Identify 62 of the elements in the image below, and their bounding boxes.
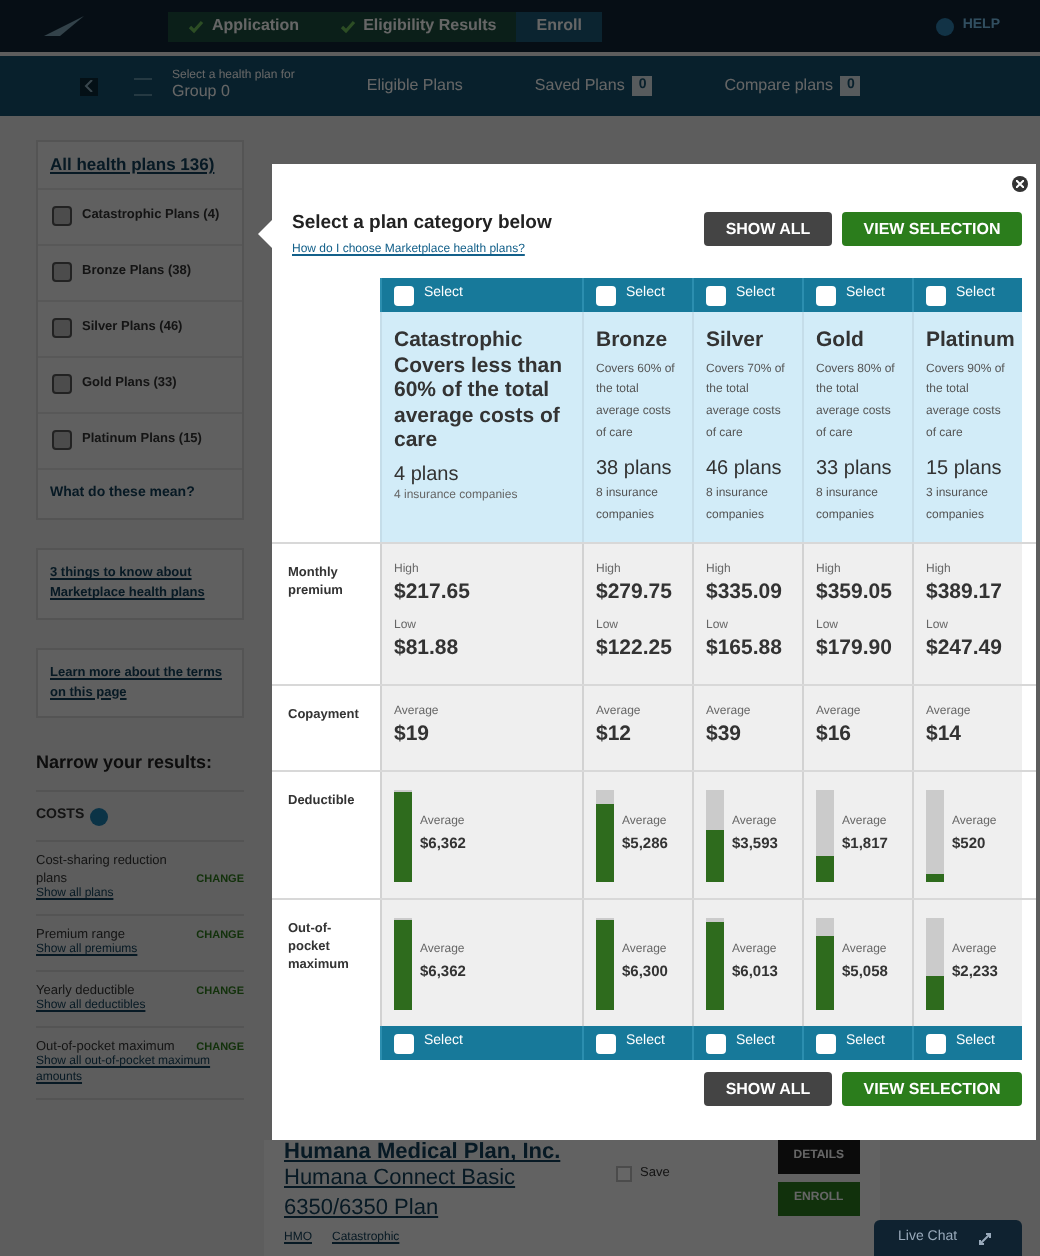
plan-name[interactable]: Humana Connect Basic 6350/6350 Plan [284, 1164, 604, 1224]
category-name: Gold [816, 328, 866, 354]
category-description: Covers less than 60% of the total average costs of care [394, 353, 565, 454]
low-price: $247.49 [926, 636, 1004, 662]
plan-count: 33 plans [816, 455, 894, 484]
high-price: $359.05 [816, 579, 894, 605]
plan-count: 46 plans [706, 455, 784, 484]
expand-icon [977, 1231, 992, 1245]
copay-value: $14 [926, 721, 964, 747]
category-name: Silver [706, 328, 766, 354]
category-name: Bronze [596, 328, 670, 354]
checkbox[interactable] [596, 1033, 616, 1053]
low-price: $81.88 [394, 636, 461, 662]
checkbox[interactable] [52, 262, 72, 283]
checkbox[interactable] [52, 318, 72, 339]
close-icon[interactable] [1012, 176, 1028, 192]
view-selection-button[interactable]: VIEW SELECTION [842, 1072, 1022, 1106]
high-price: $279.75 [596, 579, 674, 605]
checkbox[interactable] [52, 374, 72, 395]
progress-step: Enroll [516, 11, 602, 41]
view-selection-button[interactable]: VIEW SELECTION [842, 212, 1022, 246]
list-icon [134, 77, 152, 95]
checkbox[interactable] [394, 1033, 414, 1053]
narrow-title: Narrow your results: [36, 750, 244, 792]
show-all-button[interactable]: SHOW ALL [704, 212, 832, 246]
high-price: $217.65 [394, 579, 472, 605]
dialog-title: Select a plan category below [292, 209, 552, 238]
checkbox[interactable] [926, 285, 946, 305]
checkbox[interactable] [706, 1033, 726, 1053]
group-name: Group 0 [172, 83, 232, 102]
copay-value: $19 [394, 721, 432, 747]
plan-count: 15 plans [926, 455, 1004, 484]
checkbox[interactable] [706, 285, 726, 305]
show-all-button[interactable]: SHOW ALL [704, 1072, 832, 1106]
checkbox[interactable] [926, 1033, 946, 1053]
category-name: Platinum [926, 328, 1010, 354]
checkbox[interactable] [394, 285, 414, 305]
copay-value: $12 [596, 721, 634, 747]
high-price: $389.17 [926, 579, 1004, 605]
progress-step: Eligibility Results [319, 11, 517, 41]
issuer-name[interactable]: Humana Medical Plan, Inc. [284, 1140, 604, 1165]
checkbox[interactable] [52, 430, 72, 451]
checkbox[interactable] [52, 206, 72, 227]
check-icon [339, 19, 356, 33]
all-plans-link[interactable]: All health plans 136) [38, 142, 242, 190]
copay-value: $16 [816, 721, 854, 747]
plan-count: 4 plans [394, 461, 461, 489]
progress-step: Application [168, 11, 320, 41]
low-price: $165.88 [706, 636, 784, 662]
low-price: $179.90 [816, 636, 894, 662]
category-name: Catastrophic [394, 328, 525, 354]
high-price: $335.09 [706, 579, 784, 605]
plan-count: 38 plans [596, 455, 674, 484]
plan-tab[interactable]: Eligible Plans [366, 74, 463, 98]
low-price: $122.25 [596, 636, 674, 662]
check-icon [188, 19, 204, 33]
help-icon [90, 807, 109, 825]
checkbox[interactable] [816, 285, 836, 305]
checkbox[interactable] [816, 1033, 836, 1053]
checkbox[interactable] [596, 285, 616, 305]
help-icon [936, 17, 955, 35]
copay-value: $39 [706, 721, 744, 747]
